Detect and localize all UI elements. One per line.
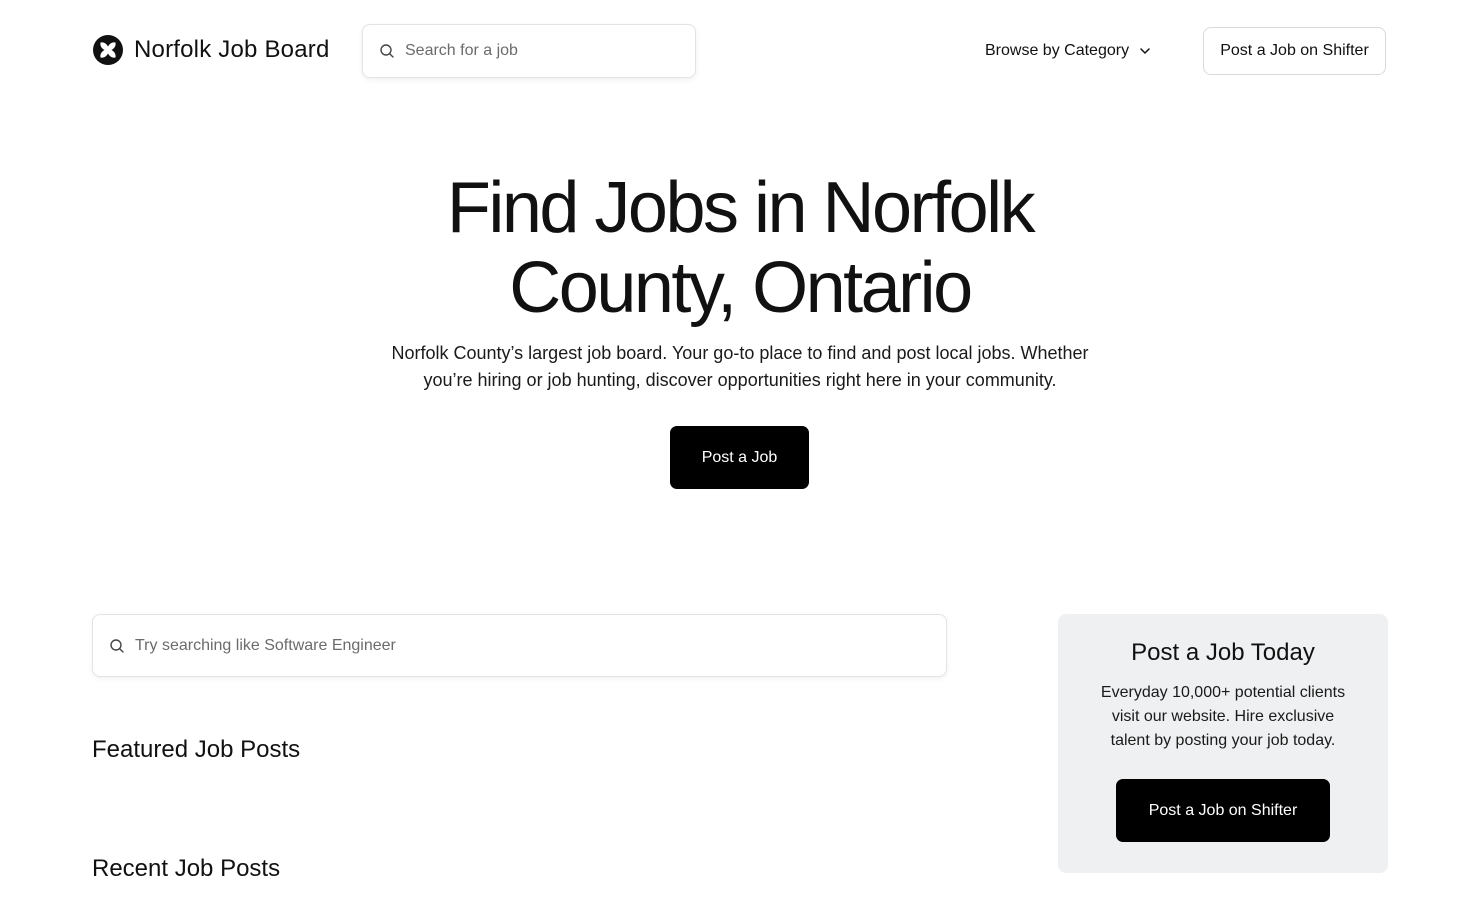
- promo-card-title: Post a Job Today: [1131, 639, 1315, 666]
- brand-name: Norfolk Job Board: [134, 36, 330, 63]
- post-job-promo-card: Post a Job Today Everyday 10,000+ potent…: [1058, 614, 1388, 873]
- x-star-icon: [93, 35, 123, 65]
- brand-logo-link[interactable]: Norfolk Job Board: [92, 34, 330, 66]
- search-icon: [110, 638, 124, 653]
- promo-card-text-line-3: talent by posting your job today.: [1110, 732, 1336, 749]
- recent-job-posts-heading: Recent Job Posts: [92, 855, 281, 882]
- header-search-box[interactable]: [362, 24, 696, 78]
- page: Norfolk Job Board Browse by Category Pos…: [0, 0, 1480, 900]
- site-header: Norfolk Job Board Browse by Category Pos…: [0, 0, 1480, 104]
- promo-card-text-line-2: visit our website. Hire exclusive: [1111, 708, 1335, 725]
- hero-subtitle: Norfolk County’s largest job board. Your…: [340, 340, 1140, 394]
- post-job-on-shifter-header-button[interactable]: Post a Job on Shifter: [1203, 27, 1386, 75]
- hero-subtitle-line-2: you’re hiring or job hunting, discover o…: [423, 370, 1057, 390]
- post-a-job-button[interactable]: Post a Job: [670, 426, 809, 489]
- job-search-input[interactable]: [135, 636, 935, 655]
- featured-job-posts-heading: Featured Job Posts: [92, 736, 301, 763]
- hero-title: Find Jobs in Norfolk County, Ontario: [340, 168, 1140, 328]
- chevron-down-icon: [1140, 48, 1150, 54]
- header-search-input[interactable]: [405, 42, 685, 60]
- hero-title-line-1: Find Jobs in Norfolk: [446, 168, 1036, 248]
- hero-subtitle-line-1: Norfolk County’s largest job board. Your…: [391, 343, 1089, 363]
- browse-by-category-dropdown[interactable]: Browse by Category: [985, 38, 1151, 64]
- promo-card-text: Everyday 10,000+ potential clients visit…: [1083, 681, 1363, 753]
- browse-by-category-label: Browse by Category: [985, 42, 1130, 59]
- hero-title-line-2: County, Ontario: [509, 248, 973, 328]
- job-search-box[interactable]: [92, 614, 947, 677]
- promo-card-text-line-1: Everyday 10,000+ potential clients: [1100, 684, 1346, 701]
- search-icon: [380, 44, 394, 58]
- post-job-on-shifter-card-button[interactable]: Post a Job on Shifter: [1116, 779, 1330, 842]
